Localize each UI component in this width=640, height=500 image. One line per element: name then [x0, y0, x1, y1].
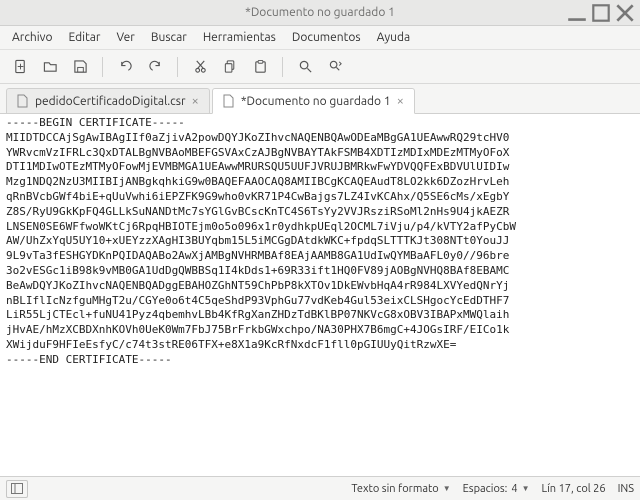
insert-mode[interactable]: INS — [618, 483, 634, 495]
tab-close-icon[interactable]: × — [192, 95, 199, 108]
window-titlebar: *Documento no guardado 1 — [0, 0, 640, 26]
menubar: Archivo Editar Ver Buscar Herramientas D… — [0, 26, 640, 50]
open-button[interactable] — [36, 53, 64, 81]
cursor-position[interactable]: Lín 17, col 26 — [542, 483, 606, 495]
tab-label: *Documento no guardado 1 — [241, 95, 391, 108]
tabwidth-selector[interactable]: Espacios: 4 ▼ — [463, 483, 530, 495]
tab-unsaved-doc[interactable]: *Documento no guardado 1 × — [212, 88, 415, 114]
tabwidth-value: 4 — [511, 483, 517, 495]
menu-buscar[interactable]: Buscar — [143, 27, 195, 48]
find-button[interactable] — [291, 53, 319, 81]
close-button[interactable] — [614, 4, 636, 22]
maximize-button[interactable] — [590, 4, 612, 22]
toolbar-separator — [282, 57, 283, 77]
status-bar: Texto sin formato ▼ Espacios: 4 ▼ Lín 17… — [0, 476, 640, 500]
chevron-down-icon: ▼ — [522, 484, 530, 493]
editor-text[interactable]: -----BEGIN CERTIFICATE----- MIIDTDCCAjSg… — [6, 116, 634, 368]
file-icon — [17, 94, 29, 108]
toolbar-separator — [102, 57, 103, 77]
new-button[interactable] — [6, 53, 34, 81]
menu-editar[interactable]: Editar — [61, 27, 109, 48]
chevron-down-icon: ▼ — [443, 484, 451, 493]
save-button[interactable] — [66, 53, 94, 81]
toolbar — [0, 50, 640, 84]
redo-button[interactable] — [141, 53, 169, 81]
tab-pedido-csr[interactable]: pedidoCertificadoDigital.csr × — [6, 88, 210, 113]
window-controls — [566, 4, 636, 22]
tab-label: pedidoCertificadoDigital.csr — [35, 95, 186, 108]
cursor-position-label: Lín 17, col 26 — [542, 483, 606, 495]
menu-archivo[interactable]: Archivo — [4, 27, 61, 48]
find-replace-button[interactable] — [321, 53, 349, 81]
undo-button[interactable] — [111, 53, 139, 81]
copy-button[interactable] — [216, 53, 244, 81]
file-icon — [223, 94, 235, 108]
insert-mode-label: INS — [618, 483, 634, 495]
tab-bar: pedidoCertificadoDigital.csr × *Document… — [0, 84, 640, 114]
window-title: *Documento no guardado 1 — [0, 6, 640, 19]
minimize-button[interactable] — [566, 4, 588, 22]
menu-ver[interactable]: Ver — [108, 27, 142, 48]
menu-documentos[interactable]: Documentos — [284, 27, 369, 48]
tab-close-icon[interactable]: × — [397, 95, 404, 108]
syntax-mode-selector[interactable]: Texto sin formato ▼ — [351, 483, 450, 495]
toolbar-separator — [177, 57, 178, 77]
editor-area[interactable]: -----BEGIN CERTIFICATE----- MIIDTDCCAjSg… — [0, 114, 640, 476]
menu-ayuda[interactable]: Ayuda — [369, 27, 419, 48]
side-panel-toggle[interactable] — [6, 480, 28, 498]
tabwidth-label: Espacios: — [463, 483, 508, 495]
menu-herramientas[interactable]: Herramientas — [195, 27, 284, 48]
syntax-mode-label: Texto sin formato — [351, 483, 438, 495]
paste-button[interactable] — [246, 53, 274, 81]
cut-button[interactable] — [186, 53, 214, 81]
